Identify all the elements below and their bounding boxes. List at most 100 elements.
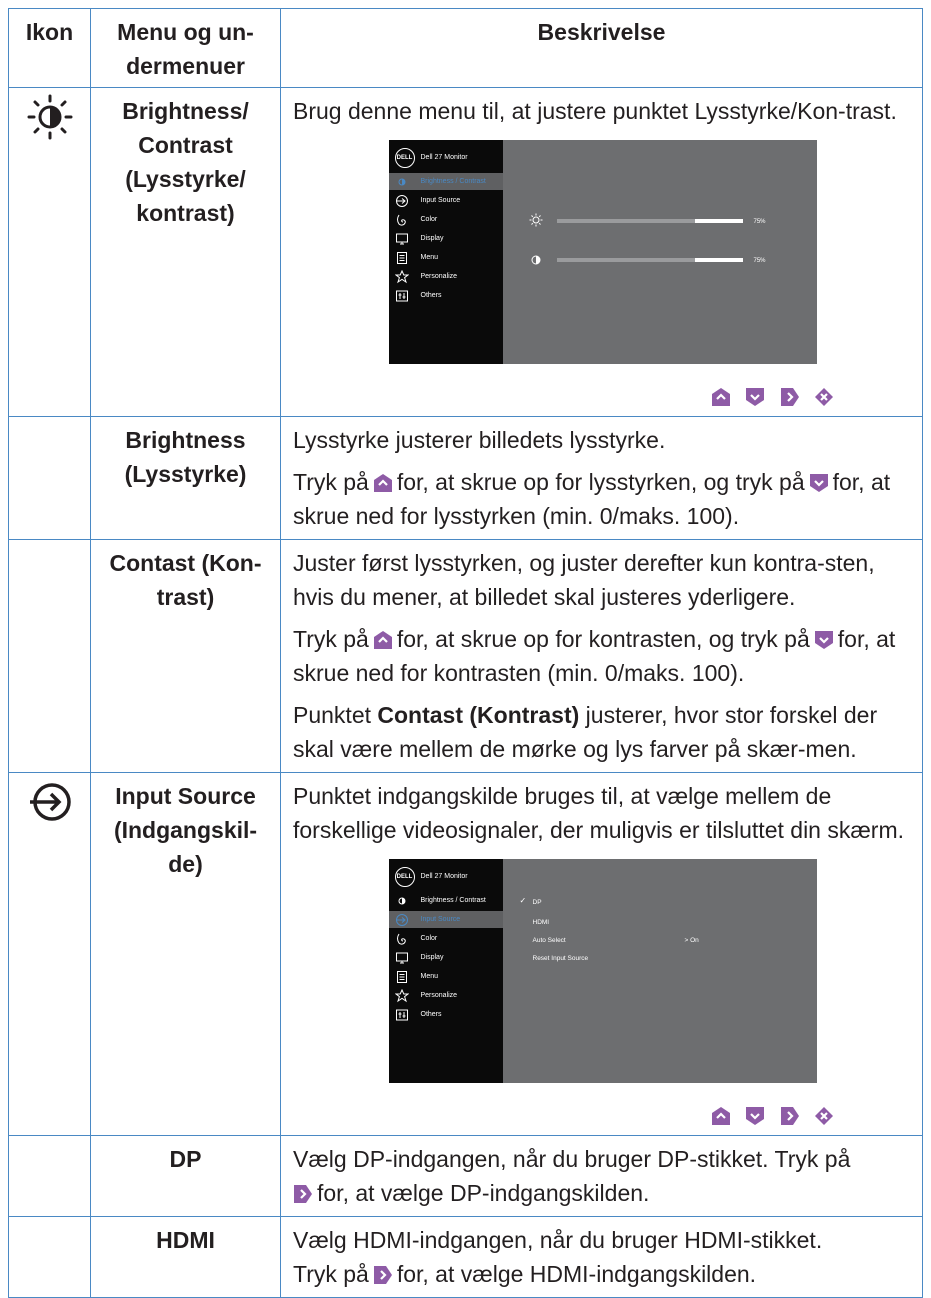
brightness-slider-fill [694,219,743,223]
star-icon [394,270,409,284]
text-fragment: for, at vælge DP-indgangskilden. [317,1180,650,1206]
osd-item-brightness[interactable]: Brightness / Contrast [388,173,503,190]
close-button-icon[interactable] [814,1106,834,1126]
osd-option-dp[interactable]: DP [533,898,542,908]
contrast-icon [531,255,540,265]
table-row-brightness: Brightness (Lysstyrke) Lysstyrke justere… [8,416,923,540]
osd-item-display[interactable]: Display [389,949,503,966]
up-button-icon [373,631,392,649]
text-fragment: Tryk på [293,626,369,652]
menu-dp: DP [90,1135,281,1217]
osd-item-label: Menu [420,254,439,261]
osd-option-reset[interactable]: Reset Input Source [533,954,589,964]
desc-cell: Juster først lysstyrken, og juster deref… [280,539,923,773]
desc-input-source: Punktet indgangskilde bruges til, at væl… [293,783,905,843]
text-fragment: Tryk på [293,469,369,495]
contrast-slider-fill [694,258,743,262]
osd-item-label: Color [420,216,438,223]
table-header-row: Ikon Menu og un-dermenuer Beskrivelse [8,8,923,88]
down-button-icon[interactable] [745,387,765,407]
text-fragment: Vælg DP-indgangen, når du bruger DP-stik… [293,1146,851,1172]
brightness-icon [398,897,405,905]
color-icon [396,214,406,226]
desc-cell: Lysstyrke justerer billedets lysstyrke. … [280,416,923,540]
down-button-icon[interactable] [745,1106,765,1126]
desc-cell: Vælg DP-indgangen, når du bruger DP-stik… [280,1135,923,1217]
osd-item-color[interactable]: Color [389,930,503,947]
desc-contrast-2: Tryk på for, at skrue op for kontrasten, … [293,622,912,690]
osd-option-hdmi[interactable]: HDMI [533,918,550,928]
icon-cell-empty [8,539,91,773]
color-icon [396,933,406,945]
osd-item-brightness[interactable]: Brightness / Contrast [389,892,503,909]
dell-logo: DELL [394,867,415,887]
text-bold: Contast (Kontrast) [377,702,580,728]
osd-item-label: Personalize [420,273,458,280]
desc-contrast-1: Juster først lysstyrken, og juster deref… [293,550,875,610]
desc-brightness-contrast: Brug denne menu til, at justere punktet … [293,98,897,124]
osd-item-label: Input Source [420,916,461,923]
osd-item-personalize[interactable]: Personalize [389,268,503,285]
icon-cell [8,772,91,1136]
table-row-dp: DP Vælg DP-indgangen, når du bruger DP-s… [8,1135,923,1217]
display-icon [395,952,408,964]
menu-hdmi: HDMI [90,1216,281,1298]
input-source-icon [395,195,408,207]
right-button-icon[interactable] [780,387,800,407]
brightness-slider[interactable] [556,219,743,223]
close-button-icon[interactable] [814,387,834,407]
text-fragment: for, at vælge HDMI-indgangskilden. [396,1261,757,1287]
text-fragment: for, at skrue op for lysstyrken, og tryk… [396,469,805,495]
up-button-icon[interactable] [711,1106,731,1126]
menu-contrast: Contast (Kon-trast) [90,539,281,773]
right-button-icon[interactable] [780,1106,800,1126]
osd-item-input[interactable]: Input Source [389,192,503,209]
text-fragment: Punktet [293,702,371,728]
text-fragment: Tryk på [293,1261,369,1287]
osd-item-label: Color [420,935,438,942]
brightness-icon [398,178,405,186]
desc-brightness-1: Lysstyrke justerer billedets lysstyrke. [293,427,666,453]
input-source-icon [395,914,408,926]
osd-item-menu[interactable]: Menu [389,249,503,266]
menu-brightness: Brightness (Lysstyrke) [90,416,281,540]
osd-item-label: Input Source [420,197,461,204]
osd-item-color[interactable]: Color [389,211,503,228]
osd-auto-select-value: > On [684,937,699,944]
desc-cell: Punktet indgangskilde bruges til, at væl… [280,772,923,1136]
osd-item-label: Others [420,292,442,299]
table-row-hdmi: HDMI Vælg HDMI-indgangen, når du bruger … [8,1216,923,1298]
osd-item-label: Brightness / Contrast [420,178,486,185]
brightness-icon [27,94,72,140]
menu-icon [396,252,407,264]
osd-item-label: Personalize [420,992,458,999]
osd-item-label: Others [420,1011,442,1018]
osd-item-input[interactable]: Input Source [388,911,503,928]
contrast-slider[interactable] [556,258,743,262]
desc-hdmi: Vælg HDMI-indgangen, når du bruger HDMI-… [293,1223,912,1291]
icon-cell-empty [8,1135,91,1217]
star-icon [394,989,409,1003]
desc-dp: Vælg DP-indgangen, når du bruger DP-stik… [293,1142,912,1210]
osd-item-menu[interactable]: Menu [389,968,503,985]
input-source-icon [29,783,71,821]
up-button-icon[interactable] [711,387,731,407]
desc-contrast-3: Punktet Contast (Kontrast) justerer, hvo… [293,698,912,766]
osd-item-others[interactable]: Others [389,1006,503,1023]
osd-item-personalize[interactable]: Personalize [389,987,503,1004]
osd-item-display[interactable]: Display [389,230,503,247]
osd-item-label: Menu [420,973,439,980]
osd-model: Dell 27 Monitor [420,154,468,161]
down-button-icon [814,631,833,649]
osd-nav-buttons [293,364,912,410]
osd-item-others[interactable]: Others [389,287,503,304]
osd-option-auto-select[interactable]: Auto Select [533,936,566,946]
brightness-icon [529,213,542,227]
header-menu: Menu og un-dermenuer [90,8,281,88]
menu-input-source: Input Source (Indgangskil-de) [90,772,281,1136]
icon-cell-empty [8,1216,91,1298]
osd-item-label: Display [420,954,444,961]
table-row-input-source: Input Source (Indgangskil-de) Punktet in… [8,772,923,1136]
down-button-icon [809,474,828,492]
contrast-value: 75% [753,258,766,264]
